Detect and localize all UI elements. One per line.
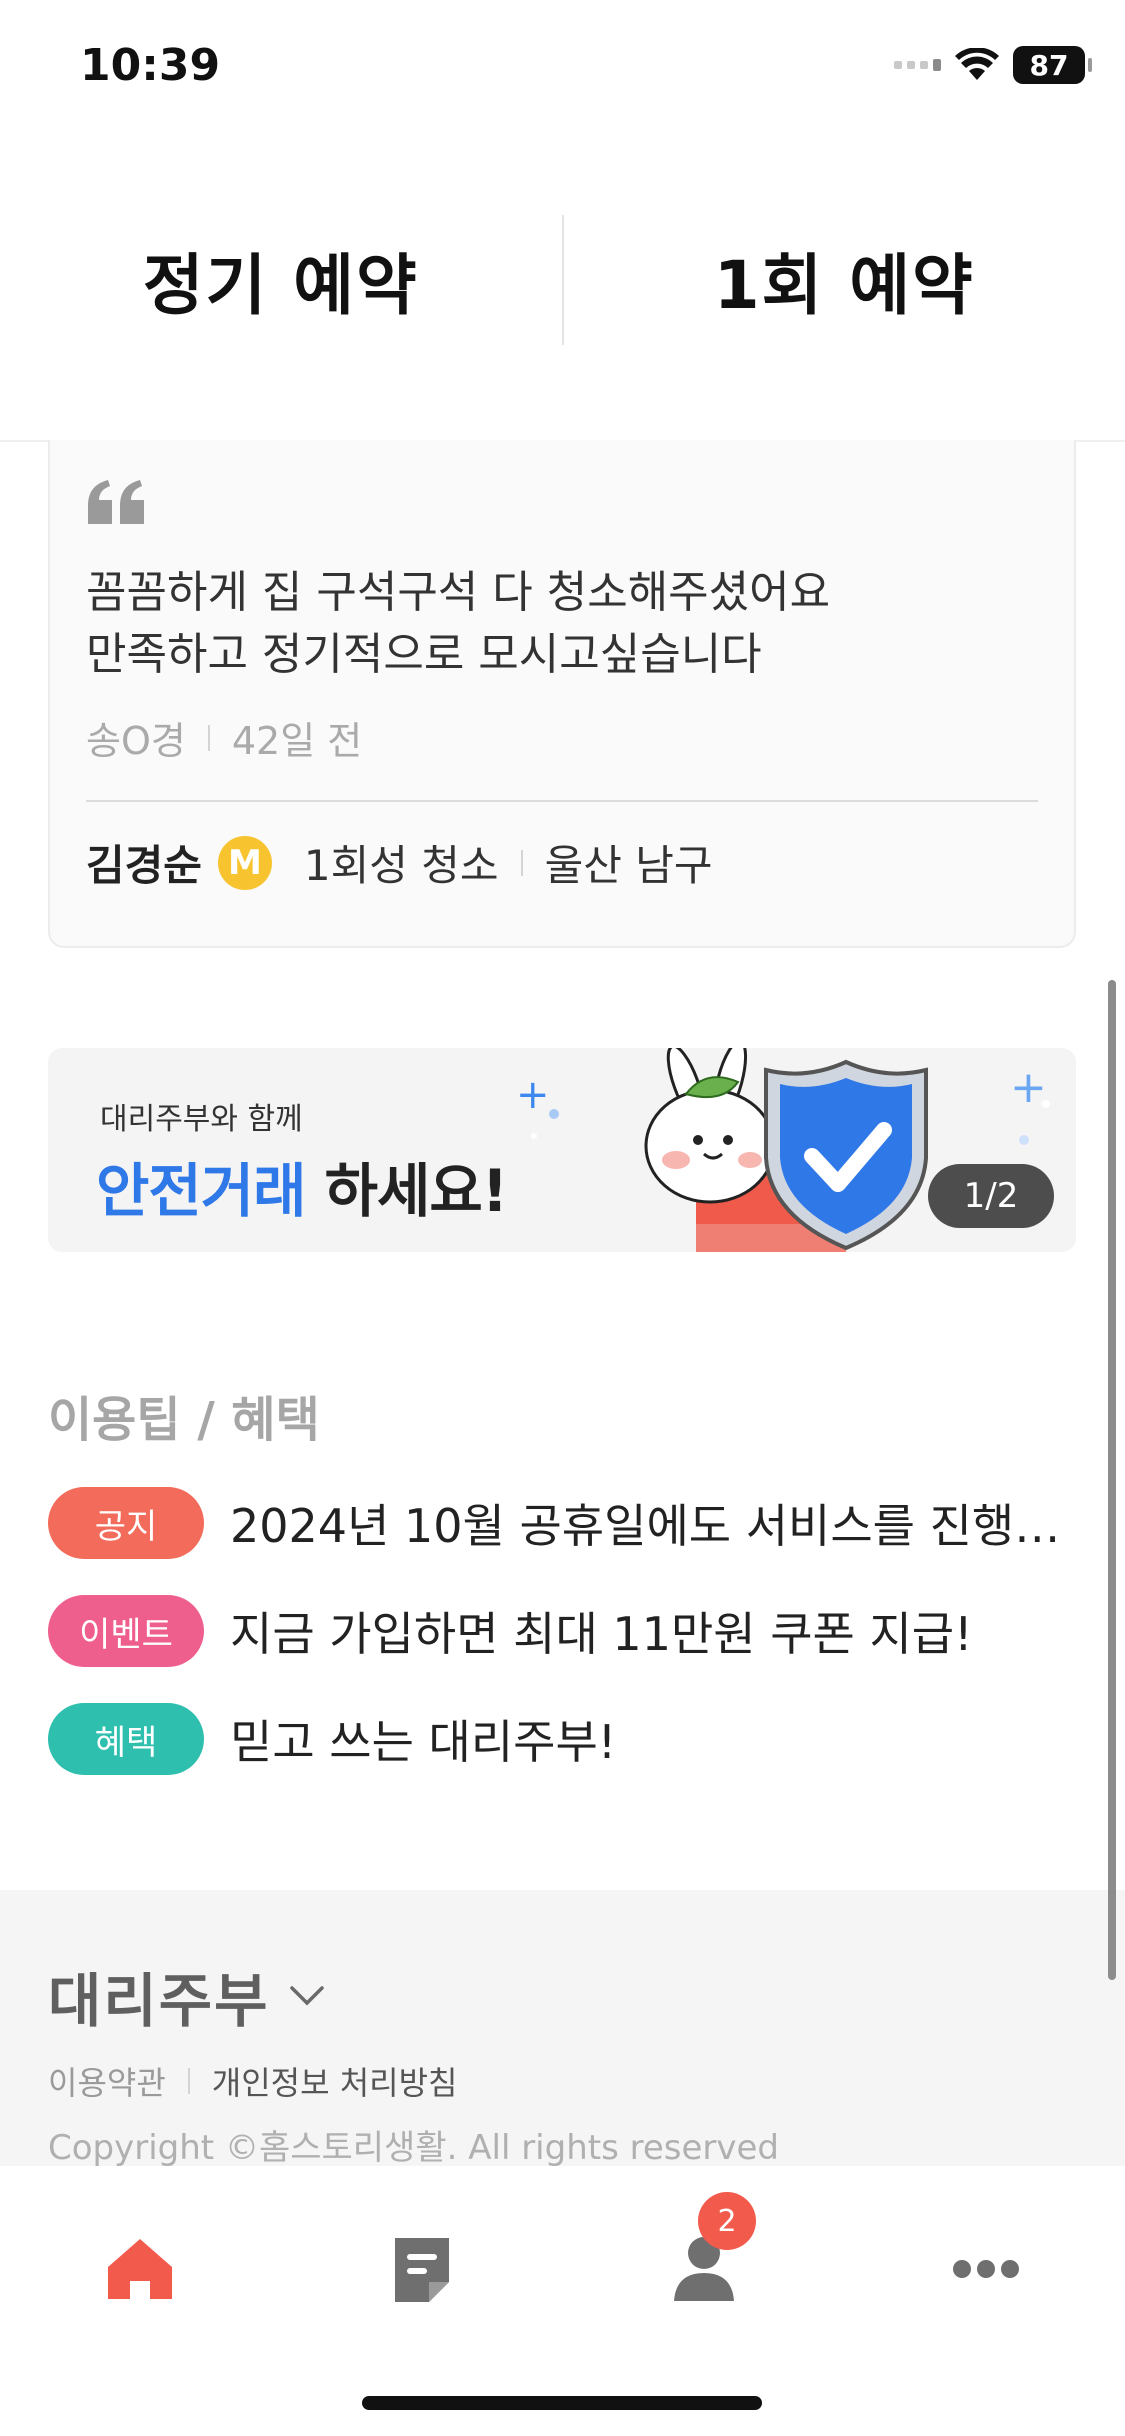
tip-text: 지금 가입하면 최대 11만원 쿠폰 지급! [230, 1607, 973, 1661]
chevron-down-icon [290, 1986, 325, 2006]
tip-item-benefit[interactable]: 혜택 믿고 쓰는 대리주부! [48, 1702, 1078, 1776]
grade-badge: M [217, 835, 272, 890]
status-time: 10:39 [80, 40, 221, 91]
privacy-link[interactable]: 개인정보 처리방침 [212, 2058, 458, 2104]
notification-badge: 2 [698, 2192, 756, 2250]
banner-title: 안전거래 하세요! [96, 1144, 509, 1228]
review-text: 꼼꼼하게 집 구석구석 다 청소해주셨어요 만족하고 정기적으로 모시고싶습니다 [86, 562, 830, 686]
review-line: 꼼꼼하게 집 구석구석 다 청소해주셨어요 [86, 567, 831, 618]
home-indicator[interactable] [362, 2396, 762, 2410]
promo-banner[interactable]: 대리주부와 함께 안전거래 하세요! + + 1/2 [48, 1048, 1076, 1252]
nav-more[interactable] [926, 2214, 1046, 2324]
footer-logo: 대리주부 [48, 1967, 270, 2035]
more-icon [953, 2260, 1019, 2278]
banner-title-rest: 하세요! [324, 1157, 509, 1225]
svg-text:+: + [1010, 1062, 1047, 1113]
terms-link[interactable]: 이용약관 [48, 2058, 166, 2104]
link-separator [187, 2068, 190, 2094]
event-badge: 이벤트 [48, 1595, 204, 1667]
footer-links: 이용약관 개인정보 처리방침 [48, 2058, 457, 2104]
scrollbar[interactable] [1108, 980, 1116, 1980]
review-cleaner-info: 김경순 M 1회성 청소 울산 남구 [86, 832, 712, 893]
benefit-badge: 혜택 [48, 1703, 204, 1775]
tip-text: 믿고 쓰는 대리주부! [230, 1715, 617, 1769]
service-type: 1회성 청소 [303, 841, 499, 890]
notice-badge: 공지 [48, 1487, 204, 1559]
review-line: 만족하고 정기적으로 모시고싶습니다 [86, 629, 762, 680]
tip-item-notice[interactable]: 공지 2024년 10월 공휴일에도 서비스를 진행합니다 [48, 1486, 1078, 1560]
status-icons: 87 [894, 46, 1092, 84]
nav-my-page[interactable]: 2 [644, 2192, 764, 2324]
quote-icon [88, 480, 144, 524]
nav-bookings[interactable] [362, 2214, 482, 2324]
footer-company-toggle[interactable]: 대리주부 [48, 1954, 325, 2038]
document-icon [395, 2238, 449, 2302]
review-date: 42일 전 [231, 719, 363, 763]
svg-text:+: + [516, 1072, 550, 1118]
tips-section-title: 이용팁 / 혜택 [48, 1392, 320, 1448]
review-meta: 송O경 42일 전 [86, 710, 362, 765]
tab-regular-booking[interactable]: 정기 예약 [0, 232, 562, 328]
nav-home[interactable] [80, 2214, 200, 2324]
copyright: Copyright ©홈스토리생활. All rights reserved [48, 2128, 779, 2168]
booking-tabs: 정기 예약 1회 예약 [0, 200, 1125, 360]
meta-separator [207, 724, 210, 751]
card-divider [86, 800, 1038, 802]
cleaner-name: 김경순 [86, 841, 202, 890]
banner-title-highlight: 안전거래 [96, 1157, 306, 1225]
review-card[interactable]: 꼼꼼하게 집 구석구석 다 청소해주셨어요 만족하고 정기적으로 모시고싶습니다… [48, 440, 1076, 948]
banner-pager: 1/2 [928, 1164, 1054, 1228]
review-author: 송O경 [86, 719, 186, 763]
tip-text: 2024년 10월 공휴일에도 서비스를 진행합니다 [230, 1499, 1078, 1553]
meta-separator [520, 849, 523, 876]
status-bar: 10:39 87 [0, 0, 1125, 140]
battery-icon: 87 [1013, 46, 1092, 84]
banner-subtitle: 대리주부와 함께 [100, 1102, 303, 1137]
tab-one-time-booking[interactable]: 1회 예약 [564, 232, 1125, 328]
cellular-signal-icon [894, 59, 941, 71]
tip-item-event[interactable]: 이벤트 지금 가입하면 최대 11만원 쿠폰 지급! [48, 1594, 1078, 1668]
home-icon [108, 2239, 172, 2299]
footer: 대리주부 이용약관 개인정보 처리방침 Copyright ©홈스토리생활. A… [0, 1890, 1125, 2168]
wifi-icon [955, 48, 999, 80]
service-region: 울산 남구 [544, 841, 713, 890]
